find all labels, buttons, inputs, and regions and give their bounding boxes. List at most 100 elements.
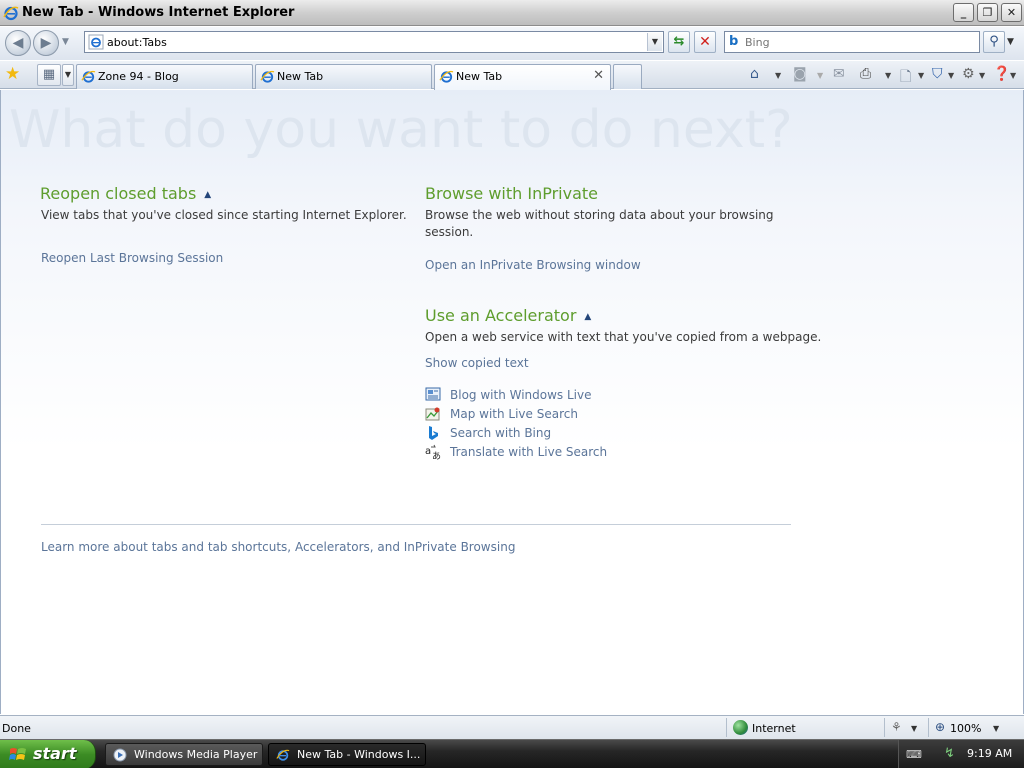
read-mail-icon[interactable]: ✉ [833, 66, 845, 82]
reopen-title-text: Reopen closed tabs [40, 184, 197, 203]
search-options-dropdown-icon[interactable]: ▼ [1007, 37, 1014, 47]
forward-button[interactable]: ▶ [33, 30, 59, 56]
status-separator [884, 718, 885, 737]
accelerator-description: Open a web service with text that you've… [425, 330, 822, 344]
status-text: Done [2, 722, 31, 735]
quick-tabs-button[interactable]: ▦ [37, 64, 61, 86]
map-icon [425, 407, 440, 421]
network-icon[interactable]: ↯ [944, 746, 955, 761]
page-heading: What do you want to do next? [9, 100, 793, 160]
taskbar-windows-media-player[interactable]: Windows Media Player [105, 743, 263, 766]
tools-gear-icon[interactable]: ⚙ [962, 66, 975, 82]
safety-shield-icon[interactable]: ⛉ [932, 66, 943, 82]
bing-logo-icon: b [729, 34, 739, 49]
zoom-level[interactable]: 100% [950, 722, 981, 735]
back-arrow-icon: ◀ [12, 35, 24, 51]
tab-new-tab[interactable]: New Tab [255, 64, 432, 89]
status-separator [726, 718, 727, 737]
search-button[interactable]: ⚲ [983, 31, 1005, 53]
status-bar: Done Internet ⚘ ▼ ⊕ 100% ▼ [0, 715, 1024, 739]
minimize-button[interactable]: _ [953, 3, 974, 22]
quick-tabs-grid-icon: ▦ [42, 67, 56, 82]
reopen-last-session-link[interactable]: Reopen Last Browsing Session [41, 251, 223, 265]
security-zone-text[interactable]: Internet [752, 722, 796, 735]
translate-icon: a あ [425, 444, 441, 460]
accelerator-label: Map with Live Search [450, 407, 578, 421]
zoom-dropdown-icon[interactable]: ▼ [993, 724, 999, 733]
accelerator-label: Blog with Windows Live [450, 388, 592, 402]
search-box[interactable]: b [724, 31, 980, 53]
help-dropdown-icon[interactable]: ▼ [1010, 71, 1016, 80]
close-window-button[interactable]: ✕ [1001, 3, 1022, 22]
reopen-section-title[interactable]: Reopen closed tabs ▲ [40, 184, 211, 203]
keyboard-icon[interactable]: ⌨ [906, 748, 922, 761]
tab-label: New Tab [456, 70, 503, 83]
task-label: New Tab - Windows I... [297, 748, 421, 761]
home-icon[interactable]: ⌂ [750, 66, 759, 82]
reopen-description: View tabs that you've closed since start… [41, 208, 407, 222]
tools-dropdown-icon[interactable]: ▼ [979, 71, 985, 80]
accelerator-section-title[interactable]: Use an Accelerator ▲ [425, 306, 591, 325]
start-button[interactable]: start [0, 740, 96, 768]
protected-mode-dropdown-icon[interactable]: ▼ [911, 724, 917, 733]
new-tab-button[interactable] [613, 64, 642, 89]
taskbar: start Windows Media Player New Tab - Win… [0, 739, 1024, 768]
favorites-star-icon[interactable]: ★ [5, 64, 20, 84]
page-ie-icon [88, 34, 104, 50]
safety-dropdown-icon[interactable]: ▼ [948, 71, 954, 80]
system-tray: ⌨ ↯ 9:19 AM [898, 740, 1024, 768]
stop-button[interactable]: ✕ [694, 31, 716, 53]
show-copied-text-link[interactable]: Show copied text [425, 356, 529, 370]
address-dropdown-button[interactable]: ▼ [647, 33, 662, 51]
protected-mode-icon[interactable]: ⚘ [891, 720, 902, 734]
ie-logo-icon [3, 6, 19, 21]
back-button[interactable]: ◀ [5, 30, 31, 56]
section-divider [41, 524, 791, 525]
tab-list-dropdown-button[interactable]: ▼ [62, 64, 74, 86]
internet-zone-globe-icon [733, 720, 748, 735]
help-icon[interactable]: ❓ [993, 66, 1010, 82]
collapse-caret-icon[interactable]: ▲ [204, 190, 211, 200]
windows-flag-icon [9, 748, 26, 760]
accelerator-title-text: Use an Accelerator [425, 306, 577, 325]
print-dropdown-icon[interactable]: ▼ [885, 71, 891, 80]
accelerator-label: Search with Bing [450, 426, 552, 440]
open-inprivate-link[interactable]: Open an InPrivate Browsing window [425, 258, 641, 272]
address-input[interactable] [107, 34, 647, 50]
learn-more-link[interactable]: Learn more about tabs and tab shortcuts,… [41, 540, 515, 554]
close-tab-icon[interactable]: ✕ [593, 68, 604, 83]
blog-icon [425, 387, 441, 401]
address-bar[interactable]: ▼ [84, 31, 664, 53]
tab-ie-icon [260, 70, 275, 83]
home-dropdown-icon[interactable]: ▼ [775, 71, 781, 80]
taskbar-ie-new-tab[interactable]: New Tab - Windows I... [268, 743, 426, 766]
magnifier-icon: ⚲ [989, 34, 999, 49]
feeds-dropdown-icon[interactable]: ▼ [817, 71, 823, 80]
tab-ie-icon [81, 70, 96, 83]
clock[interactable]: 9:19 AM [967, 747, 1012, 760]
svg-text:a: a [425, 446, 431, 457]
new-tab-page: What do you want to do next? Reopen clos… [0, 90, 1024, 714]
tab-zone94-blog[interactable]: Zone 94 - Blog [76, 64, 253, 89]
forward-arrow-icon: ▶ [40, 35, 52, 51]
page-dropdown-icon[interactable]: ▼ [918, 71, 924, 80]
window-title: New Tab - Windows Internet Explorer [22, 5, 295, 20]
tab-new-tab-active[interactable]: New Tab ✕ [434, 64, 611, 91]
status-separator [928, 718, 929, 737]
ie-logo-icon [276, 749, 290, 761]
tab-ie-icon [439, 70, 454, 83]
feeds-icon[interactable]: ◙ [793, 66, 807, 82]
title-bar[interactable]: New Tab - Windows Internet Explorer _ ❐ … [0, 0, 1024, 26]
print-icon[interactable]: ⎙ [860, 66, 871, 82]
accelerator-label: Translate with Live Search [450, 445, 608, 459]
zoom-magnifier-icon[interactable]: ⊕ [935, 720, 945, 734]
search-input[interactable] [745, 35, 965, 49]
collapse-caret-icon[interactable]: ▲ [584, 312, 591, 322]
refresh-button[interactable]: ⇆ [668, 31, 690, 53]
tab-label: New Tab [277, 70, 324, 83]
page-menu-icon[interactable]: 🗋 [900, 66, 911, 90]
svg-text:あ: あ [432, 451, 441, 460]
recent-pages-dropdown-icon[interactable]: ▼ [62, 37, 69, 47]
maximize-button[interactable]: ❐ [977, 3, 998, 22]
tab-label: Zone 94 - Blog [98, 70, 179, 83]
